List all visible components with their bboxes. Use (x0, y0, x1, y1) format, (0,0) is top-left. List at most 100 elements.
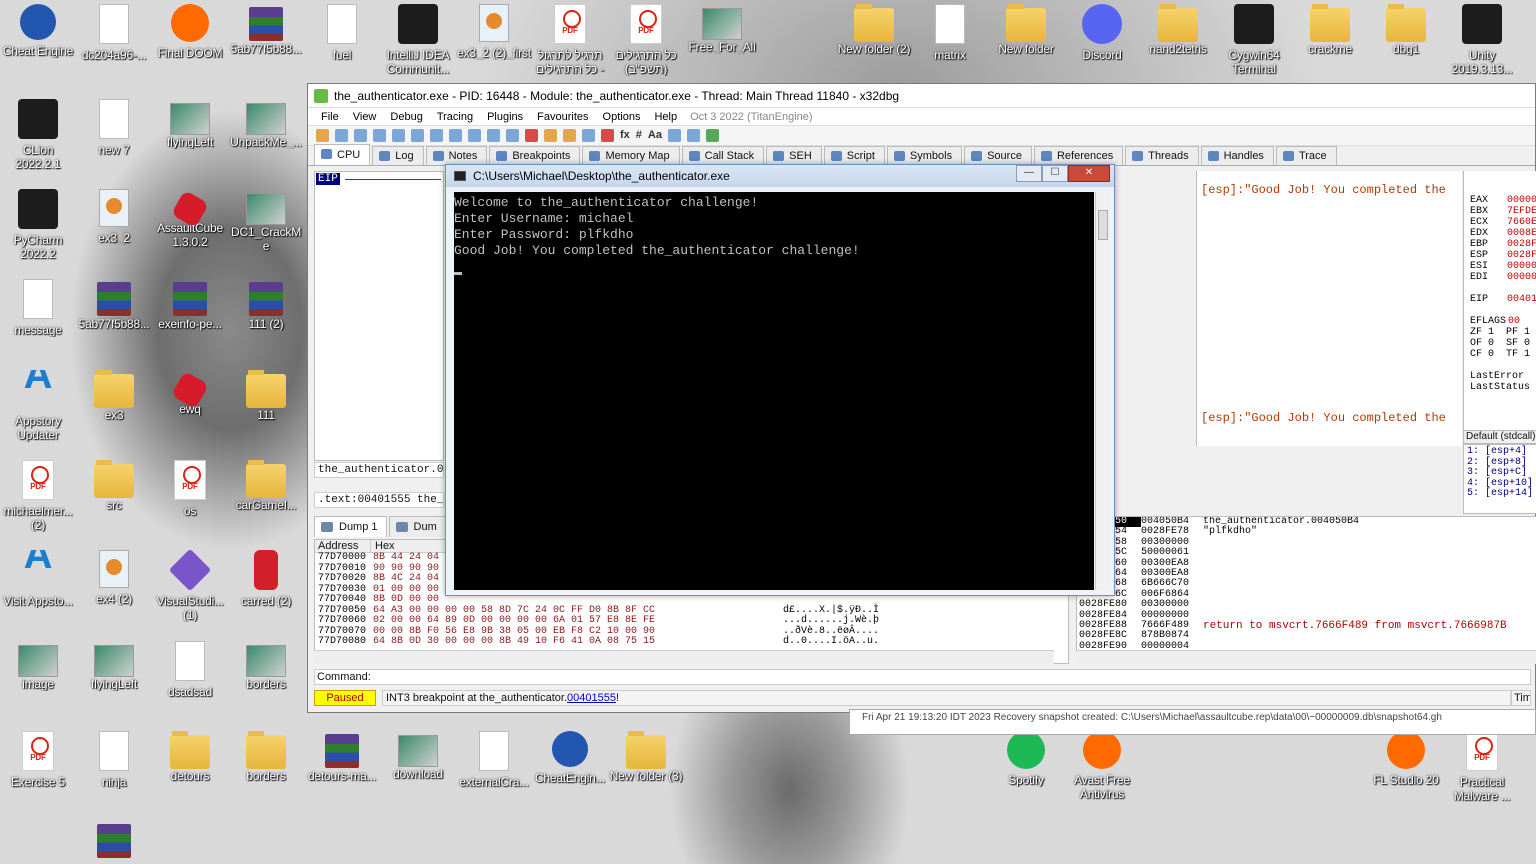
close-button[interactable]: ✕ (1068, 165, 1110, 182)
hash-icon[interactable]: # (636, 129, 642, 142)
register-row[interactable]: EAX 00000 (1470, 195, 1536, 206)
calculator-icon[interactable] (686, 129, 700, 142)
desktop-icon[interactable]: exeinfo-pe... (152, 279, 228, 331)
tab-script[interactable]: Script (823, 146, 885, 165)
desktop-icon[interactable]: Discord (1064, 4, 1140, 62)
pause-icon[interactable] (392, 129, 405, 142)
desktop-icon[interactable]: CheatEngin... (532, 731, 608, 785)
desktop-icon[interactable]: New folder (3) (608, 731, 684, 783)
menu-item-favourites[interactable]: Favourites (530, 111, 595, 123)
desktop-icon[interactable]: dc204a96-... (76, 4, 152, 62)
desktop-icon[interactable]: borders (228, 731, 304, 783)
minimize-button[interactable]: — (1016, 165, 1042, 182)
stack-hscrollbar[interactable] (1076, 650, 1536, 664)
desktop-icon[interactable]: New folder (2) (836, 4, 912, 56)
desktop-icon[interactable]: Visit Appsto... (0, 550, 76, 608)
trace-into-icon[interactable] (449, 129, 462, 142)
label-icon[interactable] (582, 129, 595, 142)
desktop-icon[interactable]: ex3 (76, 370, 152, 422)
desktop-icon[interactable]: download (380, 731, 456, 781)
desktop-icon[interactable]: matrix (912, 4, 988, 62)
maximize-button[interactable]: ☐ (1042, 165, 1068, 182)
run-to-user-code-icon[interactable] (506, 129, 519, 142)
register-row[interactable]: EDX 0008E (1470, 228, 1536, 239)
x32dbg-titlebar[interactable]: the_authenticator.exe - PID: 16448 - Mod… (308, 84, 1535, 108)
register-row[interactable]: EBX 7EFDE (1470, 206, 1536, 217)
desktop-icon[interactable]: ewq (152, 370, 228, 416)
tab-seh[interactable]: SEH (766, 146, 822, 165)
command-bar[interactable]: Command: (314, 669, 1531, 685)
console-window[interactable]: C:\Users\Michael\Desktop\the_authenticat… (445, 164, 1115, 596)
desktop-icon[interactable]: ex3_2 (76, 189, 152, 245)
argument-row[interactable]: 1: [esp+4] (1467, 446, 1536, 458)
desktop-icon[interactable]: תרגיל לתרגול כל התרגילים - ... (532, 4, 608, 90)
tab-log[interactable]: Log (372, 146, 424, 165)
tab-references[interactable]: References (1033, 146, 1124, 165)
menu-item-plugins[interactable]: Plugins (480, 111, 530, 123)
desktop-icon[interactable]: fuel (304, 4, 380, 62)
tab-source[interactable]: Source (964, 146, 1032, 165)
tab-memory-map[interactable]: Memory Map (582, 146, 680, 165)
desktop-icon[interactable]: ex3_2 (2)_first (456, 4, 532, 60)
execute-till-return-icon[interactable] (487, 129, 500, 142)
desktop-icon[interactable]: 5ab77f5b88... (228, 4, 304, 56)
function-icon[interactable]: fx (620, 129, 630, 142)
menu-item-help[interactable]: Help (647, 111, 684, 123)
trace-over-icon[interactable] (468, 129, 481, 142)
patch-icon[interactable] (544, 129, 557, 142)
desktop-icon[interactable]: VisualStudi... (1) (152, 550, 228, 622)
desktop-icon[interactable]: Cygwin64 Terminal (1216, 4, 1292, 76)
register-row[interactable]: ESI 00000 (1470, 261, 1536, 272)
desktop-icon[interactable]: message (0, 279, 76, 337)
desktop-icon[interactable]: borders (228, 641, 304, 691)
desktop-icon[interactable]: flyingLeft (76, 641, 152, 691)
tab-symbols[interactable]: Symbols (886, 146, 963, 165)
desktop-icon[interactable]: CLion 2022.2.1 (0, 99, 76, 171)
flags-row[interactable]: CF 0 TF 1 (1470, 349, 1536, 360)
desktop-icon[interactable]: PyCharm 2022.2 (0, 189, 76, 261)
register-row[interactable]: EBP 0028F (1470, 239, 1536, 250)
register-row[interactable]: EIP 00401 (1470, 294, 1536, 305)
tab-threads[interactable]: Threads (1125, 146, 1199, 165)
desktop-icon[interactable]: Cheat Engine (0, 4, 76, 58)
desktop-icon[interactable]: detours-ma... (304, 731, 380, 783)
menu-item-file[interactable]: File (314, 111, 346, 123)
dump-tab[interactable]: Dum (388, 516, 446, 537)
scylla-icon[interactable] (525, 129, 538, 142)
menu-item-tracing[interactable]: Tracing (430, 111, 480, 123)
register-row[interactable]: EDI 00000 (1470, 272, 1536, 283)
stack-row[interactable]: 0028FE5C50000061 (1077, 547, 1536, 558)
desktop-icon[interactable]: Spotify (988, 731, 1064, 787)
run-icon[interactable] (373, 129, 386, 142)
font-icon[interactable]: Aa (648, 129, 662, 142)
desktop-icon[interactable]: Avast Free Antivirus (1064, 731, 1140, 801)
tab-trace[interactable]: Trace (1275, 146, 1337, 165)
console-output[interactable]: Welcome to the_authenticator challenge! E… (454, 192, 1094, 590)
step-over-icon[interactable] (430, 129, 443, 142)
desktop-icon[interactable]: FL Studio 20 (1368, 731, 1444, 787)
desktop-icon[interactable]: DC1_CrackMe (228, 189, 304, 253)
registers-pane[interactable]: EAX 00000 EBX 7EFDE ECX 7660E EDX 0008E EBP 0028F… (1463, 171, 1536, 446)
desktop-icon[interactable]: 111 (2) (228, 279, 304, 331)
desktop-icon[interactable]: ninja (76, 731, 152, 789)
step-into-icon[interactable] (411, 129, 424, 142)
desktop-icon[interactable]: ex4 (2) (76, 550, 152, 606)
console-titlebar[interactable]: C:\Users\Michael\Desktop\the_authenticat… (446, 165, 1114, 187)
desktop-icon[interactable]: michaelmer... (2) (0, 460, 76, 532)
tab-call-stack[interactable]: Call Stack (681, 146, 765, 165)
tab-cpu[interactable]: CPU (314, 144, 371, 165)
desktop-icon[interactable]: AssaultCube 1.3.0.2 (152, 189, 228, 249)
desktop-icon[interactable]: carred (2) (228, 550, 304, 608)
open-icon[interactable] (316, 129, 329, 142)
tab-handles[interactable]: Handles (1200, 146, 1274, 165)
disassembly-pane[interactable]: EIP (314, 171, 444, 461)
register-row[interactable]: ESP 0028F (1470, 250, 1536, 261)
argument-row[interactable]: 5: [esp+14] (1467, 488, 1536, 500)
bookmark-icon[interactable] (601, 129, 614, 142)
desktop-icon[interactable]: Practical Malware ... (1444, 731, 1520, 803)
flags-row[interactable]: OF 0 SF 0 (1470, 338, 1536, 349)
menu-item-options[interactable]: Options (596, 111, 648, 123)
desktop-icon[interactable]: crackme (1292, 4, 1368, 56)
desktop-icon[interactable]: flyingLeft (152, 99, 228, 149)
flags-row[interactable]: ZF 1 PF 1 (1470, 327, 1536, 338)
